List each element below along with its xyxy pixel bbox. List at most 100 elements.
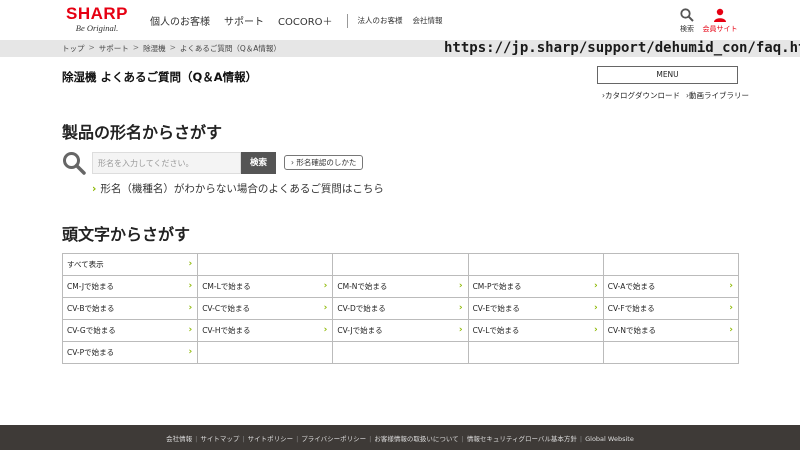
header-member-button[interactable]: 会員サイト xyxy=(700,8,740,34)
grid-row: CV-Bで始まる › CV-Cで始まる › CV-Dで始まる › CV-Eで始まる › CV-F… xyxy=(61,297,739,320)
initial-link-label: CV-Bで始まる xyxy=(67,304,115,313)
person-icon xyxy=(714,8,726,22)
initial-link-label: CM-Jで始まる xyxy=(67,282,115,291)
initial-link-label: CV-Hで始まる xyxy=(202,326,251,335)
initial-link-label: CV-Eで始まる xyxy=(472,304,520,313)
chevron-right-icon: › xyxy=(323,281,328,291)
search-icon xyxy=(680,8,694,22)
model-search-input[interactable] xyxy=(92,152,241,174)
logo-wordmark: SHARP xyxy=(65,4,128,23)
breadcrumb-separator: > xyxy=(88,43,95,52)
footer-link[interactable]: お客様情報の取扱いについて xyxy=(374,435,458,443)
logo-tagline: Be Original. xyxy=(75,23,119,33)
chevron-right-icon: › xyxy=(729,325,733,335)
footer-link[interactable]: プライバシーポリシー xyxy=(301,435,366,443)
sub-links: ›カタログダウンロード ›動画ライブラリー xyxy=(602,90,755,101)
chevron-right-icon: › xyxy=(188,259,193,269)
chevron-right-icon: › xyxy=(594,281,598,291)
footer-link[interactable]: サイトポリシー xyxy=(248,435,294,443)
sharp-logo[interactable]: SHARP Be Original. xyxy=(62,5,132,34)
initial-link-label: CV-Lで始まる xyxy=(472,326,520,335)
initial-link-label: CV-Aで始まる xyxy=(607,282,656,291)
video-library-link[interactable]: ›動画ライブラリー xyxy=(686,90,749,101)
initial-link-label: CV-Jで始まる xyxy=(337,326,383,335)
chevron-right-icon: › xyxy=(729,281,733,291)
initial-link-label: CV-Pで始まる xyxy=(67,348,115,357)
initial-link-cell[interactable]: CV-Gで始まる › xyxy=(61,319,199,342)
unknown-model-faq-link[interactable]: › 形名（機種名）がわからない場合のよくあるご質問はこちら xyxy=(92,181,384,196)
initial-link-cell[interactable]: CV-Pで始まる › xyxy=(61,341,199,364)
breadcrumb-dehumidifier[interactable]: 除湿機 xyxy=(143,43,166,54)
initial-link-label: CV-Nで始まる xyxy=(607,326,656,335)
initial-link-label: すべて表示 xyxy=(67,260,104,269)
breadcrumb-current: よくあるご質問（Q＆A情報） xyxy=(179,44,281,53)
header-search-label: 検索 xyxy=(680,25,694,33)
initial-link-label: CM-Lで始まる xyxy=(202,282,251,291)
initial-link-cell[interactable]: CV-Bで始まる › xyxy=(61,297,199,320)
nav-business[interactable]: 法人のお客様 xyxy=(358,15,403,26)
footer-link[interactable]: Global Website xyxy=(585,435,634,443)
initials-grid: すべて表示 › CM-Jで始まる › CM-Lで始まる › CM-Nで始まる › CM-Pで始ま… xyxy=(61,253,739,364)
empty-cell xyxy=(467,253,604,276)
initials-search-title: 頭文字からさがす xyxy=(62,225,191,244)
initial-link-label: CM-Nで始まる xyxy=(337,282,388,291)
chevron-right-icon: › xyxy=(323,303,328,313)
initial-link-cell[interactable]: CV-Lで始まる › xyxy=(467,319,604,342)
footer-link[interactable]: 会社情報 xyxy=(166,435,192,443)
model-search-title: 製品の形名からさがす xyxy=(62,123,223,142)
site-footer: 会社情報 | サイトマップ | サイトポリシー | プライバシーポリシー | お客様情報の取扱い… xyxy=(0,425,800,450)
breadcrumb-top[interactable]: トップ xyxy=(62,43,85,54)
empty-cell xyxy=(197,253,334,276)
initial-link-cell[interactable]: CV-Fで始まる › xyxy=(602,297,739,320)
empty-cell xyxy=(467,341,604,364)
nav-cocoro[interactable]: COCORO＋ xyxy=(278,13,333,28)
breadcrumb: トップ > サポート > 除湿機 > よくあるご質問（Q＆A情報） xyxy=(62,43,285,54)
initial-link-cell[interactable]: CV-Eで始まる › xyxy=(467,297,604,320)
initial-link-cell[interactable]: CV-Hで始まる › xyxy=(197,319,334,342)
initial-link-cell[interactable]: すべて表示 › xyxy=(61,253,199,276)
model-howto-button[interactable]: › 形名確認のしかた xyxy=(284,155,364,170)
breadcrumb-separator: > xyxy=(169,43,176,52)
chevron-right-icon: › xyxy=(729,303,733,313)
catalog-download-link[interactable]: ›カタログダウンロード xyxy=(602,90,680,101)
chevron-right-icon: › xyxy=(188,303,193,313)
chevron-right-icon: › xyxy=(458,281,463,291)
grid-row: CV-Gで始まる › CV-Hで始まる › CV-Jで始まる › CV-Lで始まる › CV-N… xyxy=(61,319,739,342)
footer-links: 会社情報 | サイトマップ | サイトポリシー | プライバシーポリシー | お客様情報の取扱い… xyxy=(0,433,800,443)
site-header: SHARP Be Original. 個人のお客様 サポート COCORO＋ 法… xyxy=(0,0,800,40)
initial-link-cell[interactable]: CM-Lで始まる › xyxy=(197,275,334,298)
chevron-right-icon: › xyxy=(458,325,463,335)
initial-link-cell[interactable]: CM-Jで始まる › xyxy=(61,275,199,298)
header-member-label: 会員サイト xyxy=(702,25,738,33)
empty-cell xyxy=(332,341,469,364)
initial-link-label: CV-Fで始まる xyxy=(607,304,655,313)
empty-cell xyxy=(197,341,334,364)
footer-link[interactable]: サイトマップ xyxy=(200,435,239,443)
breadcrumb-bar: トップ > サポート > 除湿機 > よくあるご質問（Q＆A情報） https:… xyxy=(0,40,800,57)
initial-link-label: CM-Pで始まる xyxy=(472,282,522,291)
nav-personal[interactable]: 個人のお客様 xyxy=(150,13,210,28)
initial-link-cell[interactable]: CV-Dで始まる › xyxy=(332,297,469,320)
initial-link-cell[interactable]: CM-Nで始まる › xyxy=(332,275,469,298)
chevron-right-icon: › xyxy=(188,325,193,335)
global-nav: 個人のお客様 サポート COCORO＋ 法人のお客様 会社情報 xyxy=(150,13,453,28)
empty-cell xyxy=(602,253,739,276)
initial-link-cell[interactable]: CV-Nで始まる › xyxy=(602,319,739,342)
footer-separator: | xyxy=(579,435,583,443)
model-search-button[interactable]: 検索 xyxy=(241,152,276,174)
initial-link-cell[interactable]: CM-Pで始まる › xyxy=(467,275,604,298)
footer-link[interactable]: 情報セキュリティグローバル基本方針 xyxy=(467,435,577,443)
breadcrumb-support[interactable]: サポート xyxy=(99,43,129,54)
menu-button[interactable]: MENU xyxy=(597,66,738,84)
initial-link-cell[interactable]: CV-Jで始まる › xyxy=(332,319,469,342)
footer-separator: | xyxy=(296,435,299,443)
nav-support[interactable]: サポート xyxy=(224,13,264,28)
footer-separator: | xyxy=(461,435,464,443)
nav-divider xyxy=(346,13,348,28)
chevron-right-icon: › xyxy=(594,325,598,335)
nav-company[interactable]: 会社情報 xyxy=(413,15,443,26)
empty-cell xyxy=(332,253,469,276)
initial-link-cell[interactable]: CV-Aで始まる › xyxy=(602,275,739,298)
page-title: 除湿機 よくあるご質問（Q＆A情報） xyxy=(62,70,258,84)
initial-link-cell[interactable]: CV-Cで始まる › xyxy=(197,297,334,320)
